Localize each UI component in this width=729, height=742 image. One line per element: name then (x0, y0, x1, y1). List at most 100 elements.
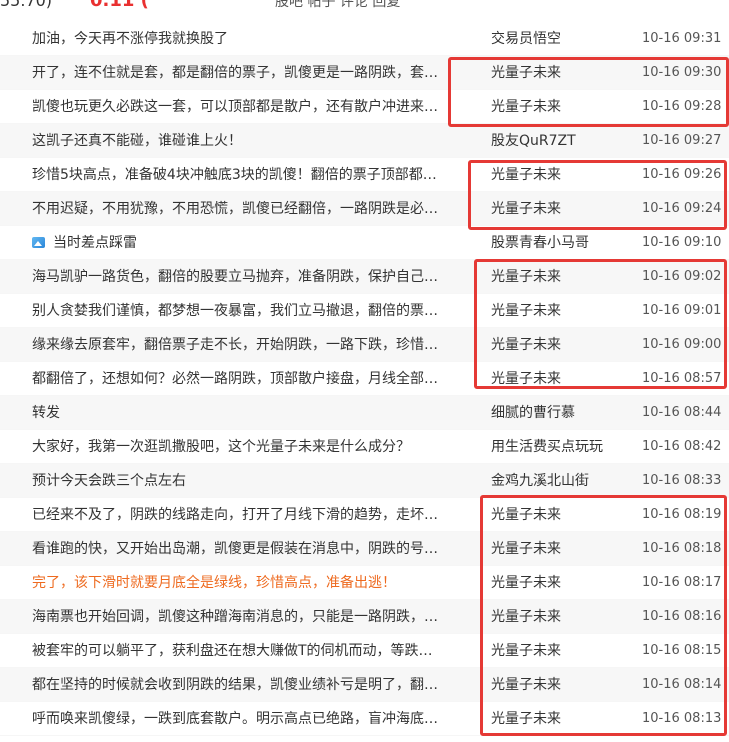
post-title-link[interactable]: 开了，连不住就是套，都是翻倍的票子，凯傻更是一路阴跌，套… (32, 56, 467, 90)
post-row: 看谁跑的快，又开始出岛潮，凯傻更是假装在消息中，阴跌的号… 光量子未来 10-16 … (0, 532, 729, 566)
post-row: 开了，连不住就是套，都是翻倍的票子，凯傻更是一路阴跌，套… 光量子未来 10-16 … (0, 56, 729, 90)
post-author-link[interactable]: 光量子未来 (491, 634, 631, 668)
header-fragment-change: 0.11 ( (90, 0, 149, 11)
post-author-link[interactable]: 金鸡九溪北山街 (491, 464, 631, 498)
post-title-text: 已经来不及了，阴跌的线路走向，打开了月线下滑的趋势，走坏… (32, 507, 438, 523)
image-icon (32, 237, 45, 248)
post-title-text: 别人贪婪我们谨慎，都梦想一夜暴富，我们立马撤退，翻倍的票… (32, 303, 438, 319)
post-title-link[interactable]: 已经来不及了，阴跌的线路走向，打开了月线下滑的趋势，走坏… (32, 498, 467, 532)
post-row: 缘来缘去原套牢，翻倍票子走不长，开始阴跌，一路下跌，珍惜… 光量子未来 10-16 … (0, 328, 729, 362)
post-time: 10-16 08:33 (642, 473, 722, 488)
post-author-link[interactable]: 用生活费买点玩玩 (491, 430, 631, 464)
post-author-link[interactable]: 光量子未来 (491, 362, 631, 396)
post-author-link[interactable]: 细腻的曹行慕 (491, 396, 631, 430)
post-time: 10-16 09:31 (642, 31, 722, 46)
post-author-link[interactable]: 光量子未来 (491, 532, 631, 566)
post-title-link[interactable]: 加油，今天再不涨停我就换股了 (32, 22, 467, 56)
post-row: 都在坚持的时候就会收到阴跌的结果，凯傻业绩补亏是明了，翻… 光量子未来 10-16 … (0, 668, 729, 702)
post-title-link[interactable]: 都在坚持的时候就会收到阴跌的结果，凯傻业绩补亏是明了，翻… (32, 668, 467, 702)
post-row: 转发 细腻的曹行慕 10-16 08:44 (0, 396, 729, 430)
post-author-link[interactable]: 光量子未来 (491, 192, 631, 226)
post-time: 10-16 09:28 (642, 99, 722, 114)
post-time: 10-16 09:27 (642, 133, 722, 148)
post-title-text: 开了，连不住就是套，都是翻倍的票子，凯傻更是一路阴跌，套… (32, 65, 438, 81)
post-title-text: 预计今天会跌三个点左右 (32, 473, 186, 489)
post-title-text: 被套牢的可以躺平了，获利盘还在想大赚做T的伺机而动，等跌… (32, 643, 433, 659)
post-title-link[interactable]: 别人贪婪我们谨慎，都梦想一夜暴富，我们立马撤退，翻倍的票… (32, 294, 467, 328)
post-title-text: 凯傻也玩更久必跌这一套，可以顶部都是散户，还有散户冲进来… (32, 99, 438, 115)
post-title-link[interactable]: 呼而唤来凯傻绿，一跌到底套散户。明示高点已绝路，盲冲海底… (32, 702, 467, 736)
post-row: 都翻倍了，还想如何？必然一路阴跌，顶部散户接盘，月线全部… 光量子未来 10-16 … (0, 362, 729, 396)
post-author-link[interactable]: 光量子未来 (491, 260, 631, 294)
post-title-text: 呼而唤来凯傻绿，一跌到底套散户。明示高点已绝路，盲冲海底… (32, 711, 438, 727)
post-author-link[interactable]: 光量子未来 (491, 668, 631, 702)
header-fragment-tabs: 股吧 帖子 评论 回复 (275, 0, 401, 10)
post-author-link[interactable]: 光量子未来 (491, 600, 631, 634)
post-title-link[interactable]: 缘来缘去原套牢，翻倍票子走不长，开始阴跌，一路下跌，珍惜… (32, 328, 467, 362)
post-time: 10-16 09:01 (642, 303, 722, 318)
post-author-link[interactable]: 交易员悟空 (491, 22, 631, 56)
post-author-link[interactable]: 光量子未来 (491, 566, 631, 600)
post-row: 别人贪婪我们谨慎，都梦想一夜暴富，我们立马撤退，翻倍的票… 光量子未来 10-16 … (0, 294, 729, 328)
post-row: 预计今天会跌三个点左右 金鸡九溪北山街 10-16 08:33 (0, 464, 729, 498)
post-row: 不用迟疑，不用犹豫，不用恐慌，凯傻已经翻倍，一路阴跌是必… 光量子未来 10-16 … (0, 192, 729, 226)
post-title-link[interactable]: 当时差点踩雷 (32, 226, 467, 260)
post-title-link[interactable]: 这凯子还真不能碰，谁碰谁上火！ (32, 124, 467, 158)
post-time: 10-16 08:13 (642, 711, 722, 726)
post-time: 10-16 08:18 (642, 541, 722, 556)
post-title-text: 海马凯驴一路货色，翻倍的股要立马抛弃，准备阴跌，保护自己… (32, 269, 438, 285)
post-title-text: 不用迟疑，不用犹豫，不用恐慌，凯傻已经翻倍，一路阴跌是必… (32, 201, 438, 217)
header-fragment: 55.70) 0.11 ( 股吧 帖子 评论 回复 (0, 0, 729, 22)
post-row: 已经来不及了，阴跌的线路走向，打开了月线下滑的趋势，走坏… 光量子未来 10-16 … (0, 498, 729, 532)
post-title-link[interactable]: 大家好，我第一次逛凯撒股吧，这个光量子未来是什么成分？ (32, 430, 467, 464)
post-row: 当时差点踩雷 股票青春小马哥 10-16 09:10 (0, 226, 729, 260)
post-title-text: 都在坚持的时候就会收到阴跌的结果，凯傻业绩补亏是明了，翻… (32, 677, 438, 693)
post-author-link[interactable]: 光量子未来 (491, 498, 631, 532)
post-title-text: 大家好，我第一次逛凯撒股吧，这个光量子未来是什么成分？ (32, 439, 410, 455)
post-time: 10-16 09:00 (642, 337, 722, 352)
post-author-link[interactable]: 光量子未来 (491, 158, 631, 192)
post-title-link[interactable]: 预计今天会跌三个点左右 (32, 464, 467, 498)
post-title-link[interactable]: 转发 (32, 396, 467, 430)
post-row: 凯傻也玩更久必跌这一套，可以顶部都是散户，还有散户冲进来… 光量子未来 10-16 … (0, 90, 729, 124)
post-title-text: 都翻倍了，还想如何？必然一路阴跌，顶部散户接盘，月线全部… (32, 371, 438, 387)
header-fragment-left: 55.70) (0, 0, 53, 10)
post-title-link[interactable]: 凯傻也玩更久必跌这一套，可以顶部都是散户，还有散户冲进来… (32, 90, 467, 124)
post-title-text: 海南票也开始回调，凯傻这种蹭海南消息的，只能是一路阴跌，… (32, 609, 438, 625)
post-time: 10-16 08:42 (642, 439, 722, 454)
post-author-link[interactable]: 光量子未来 (491, 56, 631, 90)
post-time: 10-16 08:17 (642, 575, 722, 590)
post-time: 10-16 09:02 (642, 269, 722, 284)
post-title-text: 加油，今天再不涨停我就换股了 (32, 31, 228, 47)
post-time: 10-16 08:16 (642, 609, 722, 624)
post-title-text: 看谁跑的快，又开始出岛潮，凯傻更是假装在消息中，阴跌的号… (32, 541, 438, 557)
post-title-link[interactable]: 被套牢的可以躺平了，获利盘还在想大赚做T的伺机而动，等跌… (32, 634, 467, 668)
post-title-text: 转发 (32, 405, 60, 421)
post-time: 10-16 08:14 (642, 677, 722, 692)
post-row: 呼而唤来凯傻绿，一跌到底套散户。明示高点已绝路，盲冲海底… 光量子未来 10-16 … (0, 702, 729, 736)
post-author-link[interactable]: 股友QuR7ZT (491, 124, 631, 158)
post-time: 10-16 08:44 (642, 405, 722, 420)
post-author-link[interactable]: 光量子未来 (491, 328, 631, 362)
post-title-link[interactable]: 海南票也开始回调，凯傻这种蹭海南消息的，只能是一路阴跌，… (32, 600, 467, 634)
post-time: 10-16 08:19 (642, 507, 722, 522)
post-author-link[interactable]: 光量子未来 (491, 294, 631, 328)
post-author-link[interactable]: 光量子未来 (491, 90, 631, 124)
post-title-link[interactable]: 海马凯驴一路货色，翻倍的股要立马抛弃，准备阴跌，保护自己… (32, 260, 467, 294)
post-time: 10-16 09:30 (642, 65, 722, 80)
post-author-link[interactable]: 光量子未来 (491, 702, 631, 736)
post-row: 完了，该下滑时就要月底全是绿线，珍惜高点，准备出逃！ 光量子未来 10-16 08:… (0, 566, 729, 600)
post-title-link[interactable]: 都翻倍了，还想如何？必然一路阴跌，顶部散户接盘，月线全部… (32, 362, 467, 396)
post-title-link[interactable]: 完了，该下滑时就要月底全是绿线，珍惜高点，准备出逃！ (32, 566, 467, 600)
post-title-link[interactable]: 看谁跑的快，又开始出岛潮，凯傻更是假装在消息中，阴跌的号… (32, 532, 467, 566)
post-row: 加油，今天再不涨停我就换股了 交易员悟空 10-16 09:31 (0, 22, 729, 56)
post-time: 10-16 08:15 (642, 643, 722, 658)
post-title-text: 完了，该下滑时就要月底全是绿线，珍惜高点，准备出逃！ (32, 575, 396, 591)
post-author-link[interactable]: 股票青春小马哥 (491, 226, 631, 260)
post-title-link[interactable]: 珍惜5块高点，准备破4块冲触底3块的凯傻！翻倍的票子顶部都… (32, 158, 467, 192)
post-time: 10-16 09:10 (642, 235, 722, 250)
post-title-text: 缘来缘去原套牢，翻倍票子走不长，开始阴跌，一路下跌，珍惜… (32, 337, 438, 353)
post-title-text: 这凯子还真不能碰，谁碰谁上火！ (32, 133, 242, 149)
post-title-link[interactable]: 不用迟疑，不用犹豫，不用恐慌，凯傻已经翻倍，一路阴跌是必… (32, 192, 467, 226)
post-time: 10-16 09:24 (642, 201, 722, 216)
